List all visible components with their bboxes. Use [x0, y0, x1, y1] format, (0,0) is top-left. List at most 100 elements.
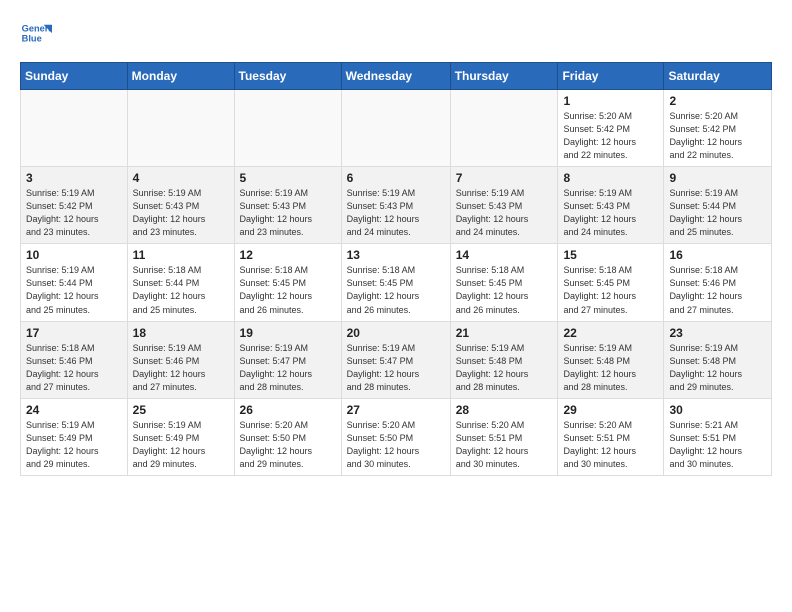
day-info: Sunrise: 5:18 AM Sunset: 5:45 PM Dayligh… [347, 264, 445, 316]
logo-icon: General Blue [20, 18, 52, 50]
day-number: 11 [133, 248, 229, 262]
day-info: Sunrise: 5:18 AM Sunset: 5:44 PM Dayligh… [133, 264, 229, 316]
table-row: 11 Sunrise: 5:18 AM Sunset: 5:44 PM Dayli… [127, 244, 234, 321]
day-info: Sunrise: 5:19 AM Sunset: 5:48 PM Dayligh… [563, 342, 658, 394]
table-row: 18Sunrise: 5:19 AM Sunset: 5:46 PM Dayli… [127, 321, 234, 398]
table-row: 17 Sunrise: 5:18 AM Sunset: 5:46 PM Dayli… [21, 321, 128, 398]
table-row: 15 Sunrise: 5:18 AM Sunset: 5:45 PM Dayli… [558, 244, 664, 321]
day-info: Sunrise: 5:18 AM Sunset: 5:45 PM Dayligh… [563, 264, 658, 316]
day-number: 22 [563, 326, 658, 340]
calendar-week-row: 1 Sunrise: 5:20 AM Sunset: 5:42 PM Daylig… [21, 90, 772, 167]
col-monday: Monday [127, 63, 234, 90]
day-number: 17 [26, 326, 122, 340]
table-row: 24 Sunrise: 5:19 AM Sunset: 5:49 PM Dayli… [21, 398, 128, 475]
day-info: Sunrise: 5:20 AM Sunset: 5:42 PM Dayligh… [669, 110, 766, 162]
day-info: Sunrise: 5:19 AM Sunset: 5:43 PM Dayligh… [133, 187, 229, 239]
table-row: 28 Sunrise: 5:20 AM Sunset: 5:51 PM Dayli… [450, 398, 558, 475]
day-info: Sunrise: 5:20 AM Sunset: 5:51 PM Dayligh… [563, 419, 658, 471]
table-row: 12 Sunrise: 5:18 AM Sunset: 5:45 PM Dayli… [234, 244, 341, 321]
table-row: 20 Sunrise: 5:19 AM Sunset: 5:47 PM Dayli… [341, 321, 450, 398]
day-number: 26 [240, 403, 336, 417]
day-number: 1 [563, 94, 658, 108]
day-info: Sunrise: 5:18 AM Sunset: 5:46 PM Dayligh… [669, 264, 766, 316]
table-row: 21Sunrise: 5:19 AM Sunset: 5:48 PM Dayli… [450, 321, 558, 398]
calendar-week-row: 24 Sunrise: 5:19 AM Sunset: 5:49 PM Dayli… [21, 398, 772, 475]
day-number: 29 [563, 403, 658, 417]
svg-text:Blue: Blue [22, 34, 42, 44]
day-number: 28 [456, 403, 553, 417]
day-number: 6 [347, 171, 445, 185]
table-row: 6 Sunrise: 5:19 AM Sunset: 5:43 PM Daylig… [341, 167, 450, 244]
day-info: Sunrise: 5:18 AM Sunset: 5:45 PM Dayligh… [456, 264, 553, 316]
table-row: 25 Sunrise: 5:19 AM Sunset: 5:49 PM Dayli… [127, 398, 234, 475]
day-info: Sunrise: 5:19 AM Sunset: 5:49 PM Dayligh… [26, 419, 122, 471]
day-info: Sunrise: 5:18 AM Sunset: 5:46 PM Dayligh… [26, 342, 122, 394]
table-row: 22 Sunrise: 5:19 AM Sunset: 5:48 PM Dayli… [558, 321, 664, 398]
day-number: 18 [133, 326, 229, 340]
day-info: Sunrise: 5:19 AM Sunset: 5:49 PM Dayligh… [133, 419, 229, 471]
day-info: Sunrise: 5:20 AM Sunset: 5:42 PM Dayligh… [563, 110, 658, 162]
table-row [450, 90, 558, 167]
page: General Blue Sunday Monday Tuesday Wedne… [0, 0, 792, 488]
day-info: Sunrise: 5:18 AM Sunset: 5:45 PM Dayligh… [240, 264, 336, 316]
day-info: Sunrise: 5:19 AM Sunset: 5:47 PM Dayligh… [347, 342, 445, 394]
table-row: 9Sunrise: 5:19 AM Sunset: 5:44 PM Daylig… [664, 167, 772, 244]
day-number: 15 [563, 248, 658, 262]
day-info: Sunrise: 5:19 AM Sunset: 5:48 PM Dayligh… [669, 342, 766, 394]
day-number: 13 [347, 248, 445, 262]
day-number: 21 [456, 326, 553, 340]
day-number: 12 [240, 248, 336, 262]
day-info: Sunrise: 5:20 AM Sunset: 5:51 PM Dayligh… [456, 419, 553, 471]
day-number: 14 [456, 248, 553, 262]
table-row: 1 Sunrise: 5:20 AM Sunset: 5:42 PM Daylig… [558, 90, 664, 167]
day-info: Sunrise: 5:19 AM Sunset: 5:43 PM Dayligh… [563, 187, 658, 239]
day-number: 8 [563, 171, 658, 185]
table-row: 14 Sunrise: 5:18 AM Sunset: 5:45 PM Dayli… [450, 244, 558, 321]
day-number: 16 [669, 248, 766, 262]
col-sunday: Sunday [21, 63, 128, 90]
day-number: 5 [240, 171, 336, 185]
day-number: 9 [669, 171, 766, 185]
day-info: Sunrise: 5:21 AM Sunset: 5:51 PM Dayligh… [669, 419, 766, 471]
day-number: 25 [133, 403, 229, 417]
table-row: 16 Sunrise: 5:18 AM Sunset: 5:46 PM Dayli… [664, 244, 772, 321]
col-thursday: Thursday [450, 63, 558, 90]
col-tuesday: Tuesday [234, 63, 341, 90]
day-info: Sunrise: 5:19 AM Sunset: 5:43 PM Dayligh… [347, 187, 445, 239]
table-row: 29 Sunrise: 5:20 AM Sunset: 5:51 PM Dayli… [558, 398, 664, 475]
header: General Blue [20, 18, 772, 50]
day-number: 20 [347, 326, 445, 340]
day-number: 10 [26, 248, 122, 262]
day-info: Sunrise: 5:19 AM Sunset: 5:47 PM Dayligh… [240, 342, 336, 394]
day-number: 7 [456, 171, 553, 185]
day-number: 4 [133, 171, 229, 185]
day-number: 23 [669, 326, 766, 340]
logo: General Blue [20, 18, 52, 50]
table-row: 4 Sunrise: 5:19 AM Sunset: 5:43 PM Daylig… [127, 167, 234, 244]
calendar-week-row: 3Sunrise: 5:19 AM Sunset: 5:42 PM Daylig… [21, 167, 772, 244]
col-friday: Friday [558, 63, 664, 90]
table-row: 2Sunrise: 5:20 AM Sunset: 5:42 PM Daylig… [664, 90, 772, 167]
day-info: Sunrise: 5:20 AM Sunset: 5:50 PM Dayligh… [347, 419, 445, 471]
table-row [341, 90, 450, 167]
calendar-header-row: Sunday Monday Tuesday Wednesday Thursday… [21, 63, 772, 90]
table-row: 8 Sunrise: 5:19 AM Sunset: 5:43 PM Daylig… [558, 167, 664, 244]
day-number: 30 [669, 403, 766, 417]
col-saturday: Saturday [664, 63, 772, 90]
table-row: 3Sunrise: 5:19 AM Sunset: 5:42 PM Daylig… [21, 167, 128, 244]
calendar-table: Sunday Monday Tuesday Wednesday Thursday… [20, 62, 772, 476]
day-info: Sunrise: 5:20 AM Sunset: 5:50 PM Dayligh… [240, 419, 336, 471]
day-number: 27 [347, 403, 445, 417]
table-row: 10 Sunrise: 5:19 AM Sunset: 5:44 PM Dayli… [21, 244, 128, 321]
table-row: 19 Sunrise: 5:19 AM Sunset: 5:47 PM Dayli… [234, 321, 341, 398]
day-info: Sunrise: 5:19 AM Sunset: 5:44 PM Dayligh… [26, 264, 122, 316]
day-number: 3 [26, 171, 122, 185]
col-wednesday: Wednesday [341, 63, 450, 90]
table-row: 5Sunrise: 5:19 AM Sunset: 5:43 PM Daylig… [234, 167, 341, 244]
day-number: 19 [240, 326, 336, 340]
day-number: 24 [26, 403, 122, 417]
table-row: 27 Sunrise: 5:20 AM Sunset: 5:50 PM Dayli… [341, 398, 450, 475]
table-row: 26 Sunrise: 5:20 AM Sunset: 5:50 PM Dayli… [234, 398, 341, 475]
table-row: 30 Sunrise: 5:21 AM Sunset: 5:51 PM Dayli… [664, 398, 772, 475]
table-row [127, 90, 234, 167]
